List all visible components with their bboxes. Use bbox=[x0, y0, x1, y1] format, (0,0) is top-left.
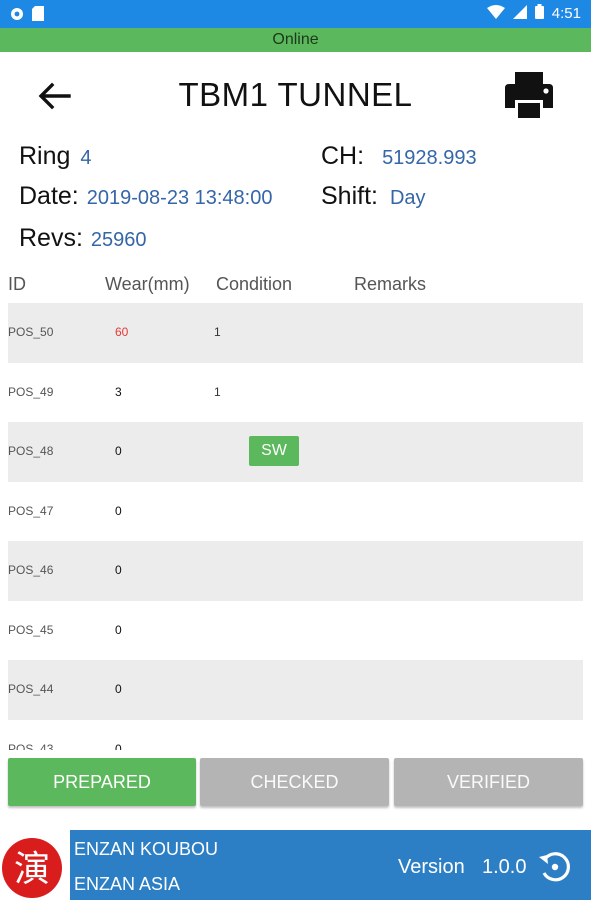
condition-sw-button[interactable]: SW bbox=[249, 436, 299, 466]
approval-actions: PREPARED CHECKED VERIFIED bbox=[0, 758, 591, 808]
table-row[interactable]: POS_44 0 bbox=[8, 660, 583, 720]
ring-info: Ring 4 CH: 51928.993 Date: 2019-08-23 13… bbox=[0, 140, 591, 260]
sd-card-icon bbox=[32, 6, 44, 26]
clock-text: 4:51 bbox=[551, 5, 581, 22]
logo-glyph: 演 bbox=[14, 849, 50, 890]
app-header: TBM1 TUNNEL bbox=[0, 52, 591, 140]
row-id: POS_45 bbox=[8, 622, 54, 637]
table-row[interactable]: POS_50 60 1 bbox=[8, 303, 583, 363]
table-row[interactable]: POS_48 0 SW bbox=[8, 422, 583, 482]
revs-value: 25960 bbox=[90, 229, 147, 251]
revs-label: Revs: bbox=[19, 224, 83, 252]
printer-icon bbox=[505, 72, 553, 118]
checked-button[interactable]: CHECKED bbox=[200, 758, 389, 806]
date-label: Date: bbox=[19, 182, 79, 210]
ch-value: 51928.993 bbox=[382, 147, 477, 169]
ch-label: CH: bbox=[321, 142, 365, 170]
row-wear: 0 bbox=[115, 563, 122, 577]
table-row[interactable]: POS_46 0 bbox=[8, 541, 583, 601]
revs-row: Revs: 25960 bbox=[19, 224, 147, 260]
ring-row: Ring 4 bbox=[19, 142, 92, 178]
date-value: 2019-08-23 13:48:00 bbox=[86, 187, 273, 209]
sync-icon bbox=[539, 852, 571, 882]
wifi-icon bbox=[486, 4, 505, 23]
table-row[interactable]: POS_49 3 1 bbox=[8, 363, 583, 423]
column-id: ID bbox=[8, 274, 26, 294]
version-value: 1.0.0 bbox=[482, 856, 527, 878]
row-id: POS_50 bbox=[8, 325, 54, 339]
status-right: 4:51 bbox=[486, 4, 581, 23]
battery-icon bbox=[534, 4, 544, 23]
row-condition: 1 bbox=[214, 325, 221, 339]
cellular-icon bbox=[512, 4, 527, 23]
column-remarks: Remarks bbox=[354, 274, 427, 294]
date-row: Date: 2019-08-23 13:48:00 bbox=[19, 182, 272, 218]
ch-row: CH: 51928.993 bbox=[321, 142, 477, 178]
shift-label: Shift: bbox=[321, 182, 378, 210]
prepared-button[interactable]: PREPARED bbox=[8, 758, 196, 806]
shift-value: Day bbox=[389, 187, 426, 209]
sync-status-icon bbox=[10, 7, 24, 26]
company-name-1: ENZAN KOUBOU bbox=[74, 839, 219, 859]
row-condition: 1 bbox=[214, 384, 221, 399]
row-id: POS_49 bbox=[8, 384, 54, 399]
status-bar: 4:51 bbox=[0, 0, 591, 28]
verified-button[interactable]: VERIFIED bbox=[394, 758, 583, 806]
ring-label: Ring bbox=[19, 142, 71, 170]
row-wear: 0 bbox=[115, 444, 122, 458]
ring-value: 4 bbox=[80, 147, 92, 169]
row-wear: 3 bbox=[115, 384, 122, 399]
table-header: ID Wear(mm) Condition Remarks bbox=[0, 268, 591, 300]
sync-button[interactable] bbox=[538, 850, 572, 884]
column-condition: Condition bbox=[216, 274, 293, 294]
print-button[interactable] bbox=[502, 70, 556, 120]
row-id: POS_47 bbox=[8, 503, 54, 518]
row-id: POS_44 bbox=[8, 682, 54, 696]
connection-status: Online bbox=[0, 28, 591, 52]
column-wear: Wear(mm) bbox=[105, 274, 190, 294]
row-wear: 60 bbox=[115, 325, 129, 339]
status-left bbox=[10, 6, 44, 26]
app-footer: 演 ENZAN KOUBOU ENZAN ASIA Version 1.0.0 bbox=[0, 830, 591, 900]
table-row[interactable]: POS_43 0 bbox=[8, 720, 583, 751]
version-label: Version bbox=[398, 856, 465, 878]
row-wear: 0 bbox=[115, 682, 122, 696]
row-wear: 0 bbox=[115, 622, 122, 637]
footer-bar: ENZAN KOUBOU ENZAN ASIA Version 1.0.0 bbox=[70, 830, 591, 900]
shift-row: Shift: Day bbox=[321, 182, 426, 218]
row-wear: 0 bbox=[115, 503, 122, 518]
row-id: POS_43 bbox=[8, 741, 54, 751]
wear-table[interactable]: POS_50 60 1 POS_49 3 1 POS_48 0 SW POS_4… bbox=[8, 303, 583, 750]
company-name-2: ENZAN ASIA bbox=[74, 874, 181, 894]
company-logo: 演 bbox=[0, 830, 70, 900]
row-wear: 0 bbox=[115, 741, 122, 751]
row-id: POS_46 bbox=[8, 563, 54, 577]
table-row[interactable]: POS_47 0 bbox=[8, 482, 583, 542]
row-id: POS_48 bbox=[8, 444, 54, 458]
table-row[interactable]: POS_45 0 bbox=[8, 601, 583, 661]
